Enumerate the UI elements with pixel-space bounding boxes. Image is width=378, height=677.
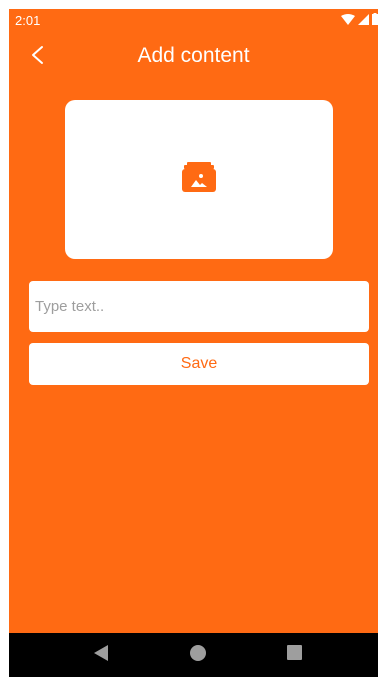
save-button[interactable]: Save (29, 343, 369, 385)
nav-home-icon (190, 644, 206, 666)
text-input[interactable] (29, 281, 369, 332)
app-bar: Add content (9, 33, 378, 81)
status-bar: 2:01 (9, 9, 378, 33)
system-nav-bar (9, 633, 378, 677)
image-folder-icon (182, 162, 216, 197)
image-picker-card[interactable] (65, 100, 333, 259)
nav-home-button[interactable] (186, 643, 210, 667)
nav-back-button[interactable] (89, 643, 113, 667)
status-time: 2:01 (15, 13, 41, 28)
wifi-icon (341, 12, 355, 30)
nav-back-icon (94, 644, 108, 666)
signal-icon (358, 12, 369, 30)
battery-icon (372, 12, 378, 30)
app-screen: 2:01 Add content Type text.. Save (9, 9, 378, 677)
nav-recents-icon (286, 645, 302, 665)
nav-recents-button[interactable] (282, 643, 306, 667)
page-title: Add content (137, 44, 250, 67)
status-icons (341, 12, 378, 30)
